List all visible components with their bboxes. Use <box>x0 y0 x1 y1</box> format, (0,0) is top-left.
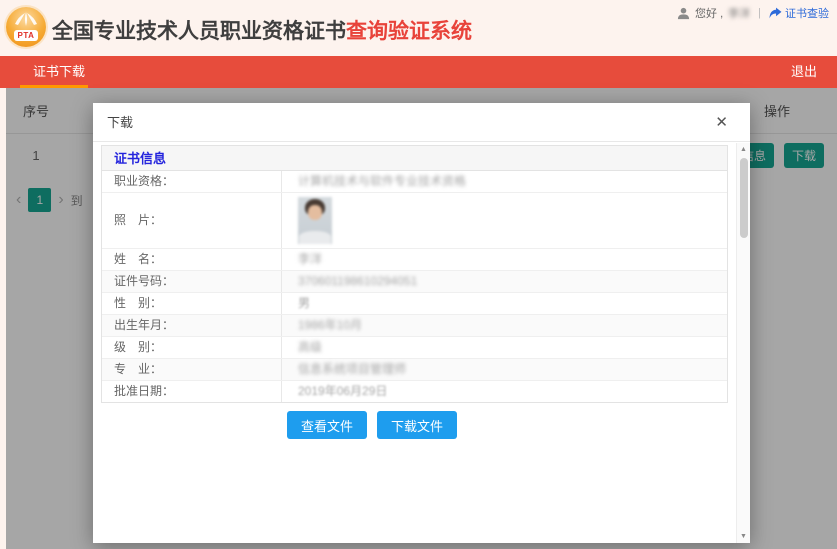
modal-title: 下载 <box>107 115 134 130</box>
field-row-major: 专 业： 信息系统项目管理师 <box>102 359 727 381</box>
field-row-name: 姓 名： 李洋 <box>102 249 727 271</box>
certificate-info-box: 证书信息 职业资格： 计算机技术与软件专业技术资格 照 片： 姓 名： 李洋 证… <box>101 145 728 403</box>
user-icon <box>677 7 690 19</box>
page-header: PTA 全国专业技术人员职业资格证书查询验证系统 您好 , 李洋 | 证书查验 <box>0 0 837 56</box>
field-label: 证件号码： <box>102 271 282 292</box>
field-label: 姓 名： <box>102 249 282 270</box>
modal-body: 证书信息 职业资格： 计算机技术与软件专业技术资格 照 片： 姓 名： 李洋 证… <box>101 143 728 543</box>
pta-logo-icon: PTA <box>6 7 46 47</box>
username: 李洋 <box>728 8 751 20</box>
logout-button[interactable]: 退出 <box>791 56 817 88</box>
field-row-level: 级 别： 高级 <box>102 337 727 359</box>
field-value: 高级 <box>298 340 323 354</box>
user-bar: 您好 , 李洋 | 证书查验 <box>677 5 829 21</box>
verify-link-label: 证书查验 <box>785 8 829 20</box>
section-title: 证书信息 <box>102 146 727 171</box>
photo-shirt <box>299 231 331 244</box>
field-label: 性 别： <box>102 293 282 314</box>
certificate-photo <box>298 197 332 244</box>
modal-header: 下载 ✕ <box>93 103 750 142</box>
modal-buttons: 查看文件 下载文件 <box>287 411 728 439</box>
page-title: 全国专业技术人员职业资格证书查询验证系统 <box>52 15 472 45</box>
userbar-separator: | <box>758 7 761 19</box>
field-value: 李洋 <box>298 252 323 266</box>
download-file-button[interactable]: 下载文件 <box>377 411 458 439</box>
field-label: 出生年月： <box>102 315 282 336</box>
field-label: 批准日期： <box>102 381 282 402</box>
field-value: 370601198610294051 <box>298 274 418 288</box>
field-value: 2019年06月29日 <box>298 384 388 398</box>
title-main: 全国专业技术人员职业资格证书 <box>52 20 346 43</box>
modal-scrollbar[interactable]: ▲ ▼ <box>736 143 750 543</box>
scroll-up-icon[interactable]: ▲ <box>737 146 750 153</box>
field-row-id-number: 证件号码： 370601198610294051 <box>102 271 727 293</box>
share-arrow-icon <box>769 7 782 19</box>
photo-face <box>308 205 322 220</box>
title-accent: 查询验证系统 <box>346 20 472 43</box>
main-nav: 证书下载 退出 <box>0 56 837 88</box>
download-modal: 下载 ✕ 证书信息 职业资格： 计算机技术与软件专业技术资格 照 片： 姓 名：… <box>93 103 750 543</box>
field-value: 计算机技术与软件专业技术资格 <box>298 174 467 188</box>
field-label: 级 别： <box>102 337 282 358</box>
view-file-button[interactable]: 查看文件 <box>287 411 368 439</box>
field-value: 1986年10月 <box>298 318 363 332</box>
field-label: 照 片： <box>102 193 282 248</box>
field-value: 男 <box>298 296 311 310</box>
field-row-photo: 照 片： <box>102 193 727 249</box>
tab-certificate-download[interactable]: 证书下载 <box>20 56 98 88</box>
field-label: 专 业： <box>102 359 282 380</box>
field-row-gender: 性 别： 男 <box>102 293 727 315</box>
field-row-approval-date: 批准日期： 2019年06月29日 <box>102 381 727 402</box>
logo-pta-text: PTA <box>14 30 38 41</box>
scrollbar-thumb[interactable] <box>740 158 748 238</box>
scroll-down-icon[interactable]: ▼ <box>737 533 750 540</box>
field-label: 职业资格： <box>102 171 282 192</box>
field-row-qualification: 职业资格： 计算机技术与软件专业技术资格 <box>102 171 727 193</box>
greeting-text: 您好 , <box>695 8 724 20</box>
close-icon[interactable]: ✕ <box>715 103 728 142</box>
certificate-verify-link[interactable]: 证书查验 <box>769 5 829 21</box>
field-row-birth: 出生年月： 1986年10月 <box>102 315 727 337</box>
field-value: 信息系统项目管理师 <box>298 362 407 376</box>
